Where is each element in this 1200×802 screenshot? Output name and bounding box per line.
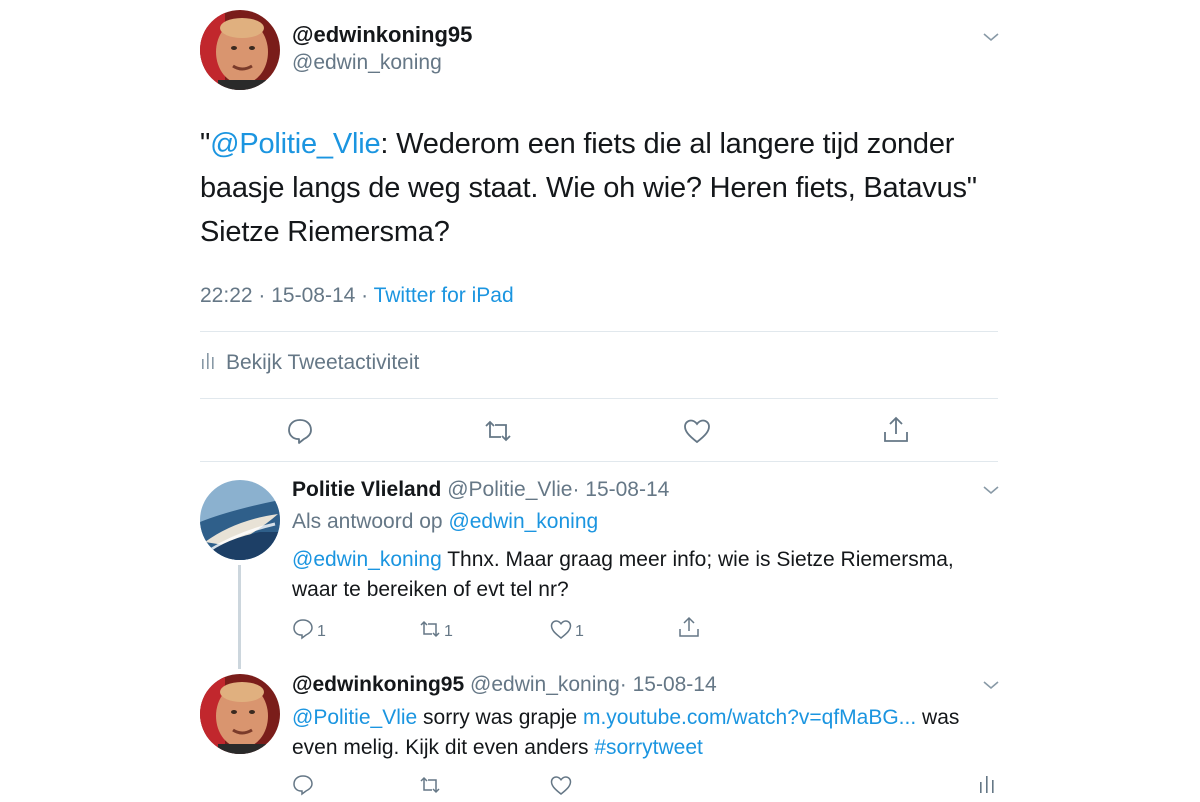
retweet-action[interactable]: 1 bbox=[418, 617, 453, 646]
reply-body: sorry was grapje bbox=[417, 706, 583, 729]
tweet-meta: 22:22 · 15-08-14 · Twitter for iPad bbox=[200, 284, 514, 308]
tweet-time: 22:22 bbox=[200, 284, 253, 307]
reply-context-prefix: Als antwoord op bbox=[292, 510, 449, 533]
share-icon bbox=[677, 615, 701, 644]
tweet-activity-label: Bekijk Tweetactiviteit bbox=[226, 351, 420, 374]
meta-separator: · bbox=[355, 284, 374, 307]
share-action[interactable] bbox=[677, 615, 701, 644]
reply-avatar[interactable] bbox=[200, 674, 280, 754]
thread-line bbox=[238, 565, 241, 669]
reply-context-handle[interactable]: @edwin_koning bbox=[448, 510, 598, 533]
author-avatar[interactable] bbox=[200, 10, 280, 90]
analytics-action[interactable] bbox=[975, 772, 999, 801]
reply-text: @Politie_Vlie sorry was grapje m.youtube… bbox=[292, 703, 992, 763]
meta-separator: · bbox=[252, 284, 272, 307]
reply-context: Als antwoord op @edwin_koning bbox=[292, 510, 598, 534]
reply-count: 1 bbox=[317, 622, 326, 640]
reply-icon bbox=[291, 617, 315, 646]
bar-chart-icon bbox=[200, 349, 216, 377]
mention-link[interactable]: @edwin_koning bbox=[292, 548, 442, 571]
tweet-text: "@Politie_Vlie: Wederom een fiets die al… bbox=[200, 122, 990, 254]
tweet-activity-link[interactable]: Bekijk Tweetactiviteit bbox=[200, 349, 419, 377]
heart-icon bbox=[549, 773, 573, 802]
heart-icon[interactable] bbox=[682, 416, 712, 451]
reply-avatar[interactable] bbox=[200, 480, 280, 560]
like-action[interactable] bbox=[549, 773, 573, 802]
like-action[interactable]: 1 bbox=[549, 617, 584, 646]
heart-icon bbox=[549, 617, 573, 646]
tweet-date: 15-08-14 bbox=[271, 284, 356, 307]
reply-date[interactable]: · 15-08-14 bbox=[620, 673, 717, 696]
retweet-icon[interactable] bbox=[483, 416, 513, 451]
mention-link[interactable]: @Politie_Vlie bbox=[292, 706, 417, 729]
divider bbox=[200, 461, 998, 462]
retweet-icon bbox=[418, 773, 442, 802]
reply-action[interactable]: 1 bbox=[291, 617, 326, 646]
chevron-down-icon[interactable] bbox=[982, 481, 1000, 504]
author-handle[interactable]: @edwin_koning bbox=[292, 51, 442, 75]
reply-icon[interactable] bbox=[285, 416, 315, 451]
author-display-name[interactable]: @edwinkoning95 bbox=[292, 22, 472, 48]
retweet-count: 1 bbox=[444, 622, 453, 640]
like-count: 1 bbox=[575, 622, 584, 640]
reply-header: @edwinkoning95 @edwin_koning· 15-08-14 bbox=[292, 673, 717, 697]
divider bbox=[200, 398, 998, 399]
reply-action[interactable] bbox=[291, 773, 315, 802]
retweet-icon bbox=[418, 617, 442, 646]
reply-icon bbox=[291, 773, 315, 802]
reply-text: @edwin_koning Thnx. Maar graag meer info… bbox=[292, 545, 992, 605]
mention-link[interactable]: @Politie_Vlie bbox=[210, 128, 381, 160]
url-link[interactable]: m.youtube.com/watch?v=qfMaBG... bbox=[583, 706, 916, 729]
reply-date[interactable]: · 15-08-14 bbox=[572, 478, 669, 501]
reply-display-name[interactable]: @edwinkoning95 bbox=[292, 673, 464, 696]
tweet-source-link[interactable]: Twitter for iPad bbox=[374, 284, 514, 307]
divider bbox=[200, 331, 998, 332]
reply-display-name[interactable]: Politie Vlieland bbox=[292, 478, 441, 501]
bar-chart-icon bbox=[975, 772, 999, 801]
hashtag-link[interactable]: #sorrytweet bbox=[594, 736, 703, 759]
reply-handle[interactable]: @edwin_koning bbox=[470, 673, 620, 696]
reply-header: Politie Vlieland @Politie_Vlie· 15-08-14 bbox=[292, 478, 669, 502]
chevron-down-icon[interactable] bbox=[982, 28, 1000, 51]
quote-mark: " bbox=[200, 128, 211, 160]
share-icon[interactable] bbox=[881, 414, 911, 449]
retweet-action[interactable] bbox=[418, 773, 442, 802]
chevron-down-icon[interactable] bbox=[982, 676, 1000, 699]
reply-handle[interactable]: @Politie_Vlie bbox=[447, 478, 572, 501]
